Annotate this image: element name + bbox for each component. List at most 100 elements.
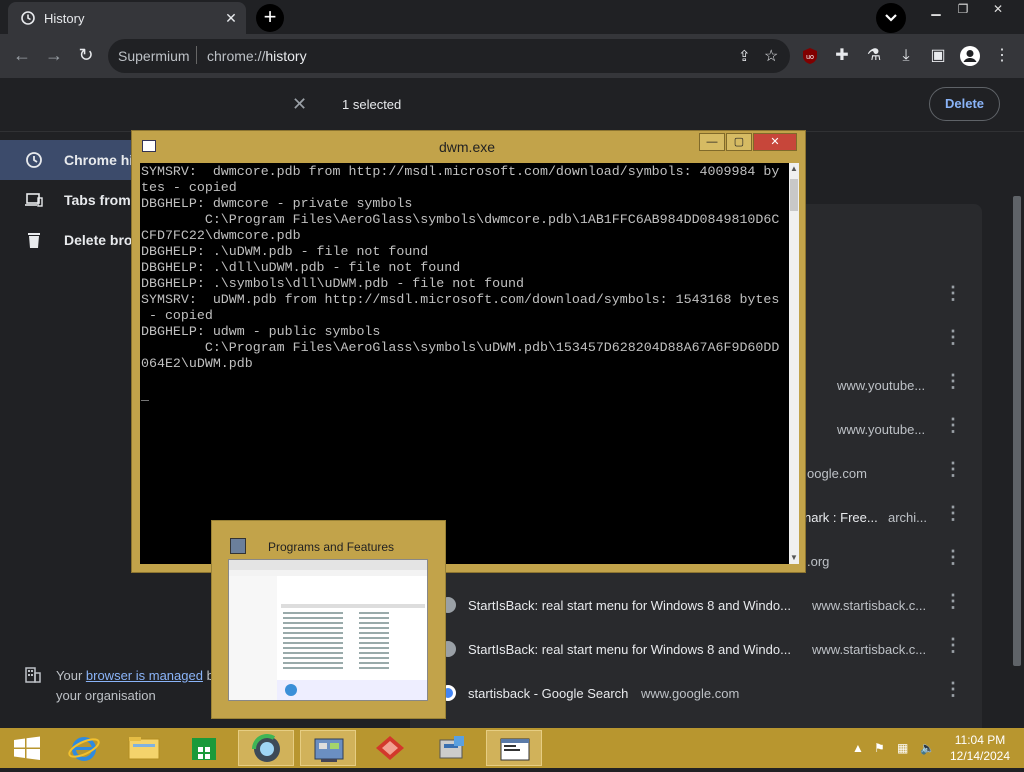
taskbar-clock[interactable]: 11:04 PM 12/14/2024 bbox=[945, 732, 1015, 764]
history-domain: www.google.com bbox=[641, 686, 740, 701]
console-close-button[interactable]: ✕ bbox=[753, 133, 797, 151]
action-center-flag-icon[interactable]: ⚑ bbox=[874, 741, 885, 755]
history-title: nark : Free... bbox=[804, 510, 878, 525]
omnibox-brand: Supermium bbox=[118, 48, 190, 64]
taskbar-internet-explorer[interactable] bbox=[56, 730, 112, 766]
menu-kebab-icon[interactable]: ⋮ bbox=[990, 44, 1014, 68]
taskbar-store[interactable] bbox=[176, 730, 232, 766]
more-actions-icon[interactable]: ⋮ bbox=[944, 680, 962, 698]
svg-text:uo: uo bbox=[806, 54, 814, 61]
side-panel-icon[interactable]: ▣ bbox=[926, 44, 950, 68]
more-actions-icon[interactable]: ⋮ bbox=[944, 416, 962, 434]
new-tab-button[interactable]: + bbox=[256, 4, 284, 32]
console-scrollbar-thumb[interactable] bbox=[790, 179, 798, 211]
more-actions-icon[interactable]: ⋮ bbox=[944, 328, 962, 346]
history-domain: oogle.com bbox=[807, 466, 867, 481]
page-scrollbar-thumb[interactable] bbox=[1013, 196, 1021, 666]
control-panel-icon bbox=[314, 738, 344, 762]
history-title[interactable]: StartIsBack: real start menu for Windows… bbox=[468, 642, 791, 657]
tab-close-icon[interactable]: ✕ bbox=[222, 9, 240, 27]
clock-time: 11:04 PM bbox=[954, 733, 1006, 747]
tray-overflow-chevron-icon[interactable]: ▲ bbox=[852, 741, 864, 755]
history-row[interactable]: startisback - Google Search www.google.c… bbox=[410, 672, 982, 716]
taskbar-console[interactable] bbox=[486, 730, 542, 766]
page-scrollbar[interactable] bbox=[1010, 182, 1024, 728]
history-domain: www.youtube... bbox=[837, 422, 926, 437]
window-minimize-button[interactable]: ▁ bbox=[922, 0, 950, 20]
share-icon[interactable]: ⇪ bbox=[738, 47, 751, 65]
folder-icon bbox=[128, 737, 160, 760]
console-app-icon bbox=[142, 140, 156, 152]
browser-managed-link[interactable]: browser is managed bbox=[86, 668, 203, 683]
window-close-button[interactable]: ✕ bbox=[976, 0, 1020, 20]
console-scrollbar[interactable]: ▲ ▼ bbox=[789, 163, 799, 564]
browser-toolbar: ← → ↻ Supermium chrome://history ⇪ ☆ uo … bbox=[0, 34, 1024, 78]
taskbar-red-app[interactable] bbox=[362, 730, 418, 766]
ublock-icon[interactable]: uo bbox=[798, 44, 822, 68]
labs-flask-icon[interactable]: ⚗ bbox=[862, 44, 886, 68]
history-icon bbox=[26, 152, 42, 168]
tab-strip: History ✕ + ▁ ❐ ✕ bbox=[0, 0, 1024, 34]
more-actions-icon[interactable]: ⋮ bbox=[944, 284, 962, 302]
scroll-down-arrow-icon[interactable]: ▼ bbox=[789, 552, 799, 564]
taskbar-thumbnail-preview[interactable]: Programs and Features bbox=[211, 520, 446, 719]
selection-count: 1 selected bbox=[342, 97, 402, 112]
windows-taskbar: ▲ ⚑ ▦ 🔈 11:04 PM 12/14/2024 bbox=[0, 728, 1024, 768]
back-button[interactable]: ← bbox=[10, 44, 34, 68]
console-text: SYMSRV: dwmcore.pdb from http://msdl.mic… bbox=[141, 164, 780, 403]
control-panel-icon bbox=[230, 538, 246, 554]
taskbar-installer[interactable] bbox=[424, 730, 480, 766]
taskbar-control-panel[interactable] bbox=[300, 730, 356, 766]
history-row[interactable]: StartIsBack: real start menu for Windows… bbox=[410, 584, 982, 628]
scroll-up-arrow-icon[interactable]: ▲ bbox=[789, 163, 799, 175]
history-domain: www.startisback.c... bbox=[812, 642, 927, 657]
more-actions-icon[interactable]: ⋮ bbox=[944, 592, 962, 610]
internet-explorer-icon bbox=[68, 737, 100, 761]
download-icon[interactable]: ⤓ bbox=[894, 44, 918, 68]
taskbar-file-explorer[interactable] bbox=[116, 730, 172, 766]
volume-muted-icon[interactable]: 🔈 bbox=[920, 741, 935, 755]
extensions-puzzle-icon[interactable]: ✚ bbox=[830, 44, 854, 68]
tab-history[interactable]: History ✕ bbox=[8, 2, 246, 34]
start-button[interactable] bbox=[0, 730, 56, 766]
history-row[interactable]: StartIsBack: real start menu for Windows… bbox=[410, 628, 982, 672]
console-minimize-button[interactable]: — bbox=[699, 133, 725, 151]
more-actions-icon[interactable]: ⋮ bbox=[944, 460, 962, 478]
window-restore-button[interactable]: ❐ bbox=[950, 0, 976, 20]
bookmark-star-icon[interactable]: ☆ bbox=[764, 46, 778, 66]
delete-button[interactable]: Delete bbox=[929, 87, 1000, 121]
selection-toolbar: ✕ 1 selected Delete bbox=[0, 78, 1024, 132]
tab-search-button[interactable] bbox=[876, 3, 906, 33]
console-window[interactable]: dwm.exe — ▢ ✕ SYMSRV: dwmcore.pdb from h… bbox=[131, 130, 806, 573]
network-icon[interactable]: ▦ bbox=[897, 741, 908, 755]
reload-button[interactable]: ↻ bbox=[74, 44, 98, 68]
devices-icon bbox=[25, 193, 43, 207]
more-actions-icon[interactable]: ⋮ bbox=[944, 372, 962, 390]
omnibox-separator bbox=[196, 46, 197, 64]
programs-list-thumbnail-icon bbox=[229, 560, 427, 700]
profile-avatar-icon[interactable] bbox=[958, 44, 982, 68]
more-actions-icon[interactable]: ⋮ bbox=[944, 636, 962, 654]
sidebar-item-label: Chrome hi bbox=[64, 152, 134, 168]
forward-button[interactable]: → bbox=[42, 44, 66, 68]
taskbar-browser[interactable] bbox=[238, 730, 294, 766]
history-title[interactable]: startisback - Google Search bbox=[468, 686, 628, 701]
red-diamond-icon bbox=[376, 736, 404, 760]
managed-prefix: Your bbox=[56, 668, 86, 683]
history-title[interactable]: StartIsBack: real start menu for Windows… bbox=[468, 598, 791, 613]
console-maximize-button[interactable]: ▢ bbox=[726, 133, 752, 151]
supermium-browser-icon bbox=[251, 733, 280, 762]
console-titlebar[interactable]: dwm.exe — ▢ ✕ bbox=[132, 131, 805, 161]
store-icon bbox=[192, 738, 216, 760]
more-actions-icon[interactable]: ⋮ bbox=[944, 548, 962, 566]
console-output[interactable]: SYMSRV: dwmcore.pdb from http://msdl.mic… bbox=[140, 163, 789, 564]
address-bar[interactable]: Supermium chrome://history ⇪ ☆ bbox=[108, 39, 790, 73]
more-actions-icon[interactable]: ⋮ bbox=[944, 504, 962, 522]
url-scheme: chrome:// bbox=[207, 48, 266, 64]
clear-selection-icon[interactable]: ✕ bbox=[292, 94, 307, 115]
tab-title: History bbox=[44, 11, 85, 26]
omnibox-url: chrome://history bbox=[207, 48, 307, 64]
history-domain: .org bbox=[807, 554, 830, 569]
preview-window-snapshot bbox=[228, 559, 428, 701]
chevron-down-icon bbox=[885, 14, 897, 22]
